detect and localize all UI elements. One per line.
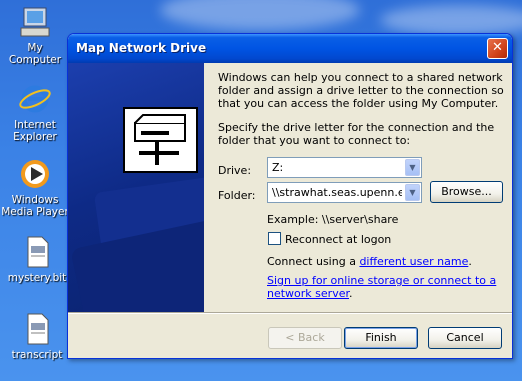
wallpaper-cloud bbox=[160, 0, 360, 30]
reconnect-checkbox[interactable] bbox=[268, 232, 281, 245]
different-user-name-link[interactable]: different user name bbox=[359, 255, 468, 268]
desktop-icon-label: mystery.bit bbox=[7, 272, 67, 284]
wizard-banner bbox=[68, 63, 204, 312]
desktop-icon-label: My Computer bbox=[8, 42, 62, 66]
file-icon bbox=[20, 312, 54, 346]
signup-text: Sign up for online storage or connect to… bbox=[267, 274, 496, 300]
desktop-icon-label: Internet Explorer bbox=[13, 119, 57, 143]
connect-using-text: Connect using a different user name. bbox=[267, 255, 472, 268]
close-icon: ✕ bbox=[492, 40, 503, 55]
folder-label: Folder: bbox=[218, 189, 256, 202]
connect-prefix: Connect using a bbox=[267, 255, 360, 268]
desktop-icon-windows-media-player[interactable]: Windows Media Player bbox=[0, 157, 70, 218]
media-player-icon bbox=[18, 157, 52, 191]
wallpaper-cloud bbox=[380, 5, 522, 35]
desktop-icon-internet-explorer[interactable]: Internet Explorer bbox=[0, 82, 70, 143]
my-computer-icon bbox=[18, 5, 52, 39]
intro-text: Windows can help you connect to a shared… bbox=[218, 71, 504, 110]
title-bar[interactable]: Map Network Drive ✕ bbox=[68, 34, 512, 63]
cancel-button[interactable]: Cancel bbox=[428, 327, 502, 349]
chevron-down-icon[interactable]: ▼ bbox=[405, 184, 420, 201]
connect-suffix: . bbox=[468, 255, 472, 268]
desktop-icon-label: Windows Media Player bbox=[1, 194, 69, 218]
folder-combobox-value: \\strawhat.seas.upenn.ed bbox=[272, 186, 402, 199]
example-text: Example: \\server\share bbox=[267, 213, 399, 226]
drive-label: Drive: bbox=[218, 164, 252, 177]
desktop-icon-transcript[interactable]: transcript bbox=[2, 312, 72, 361]
reconnect-label[interactable]: Reconnect at logon bbox=[285, 233, 391, 246]
internet-explorer-icon bbox=[18, 82, 52, 116]
chevron-down-icon[interactable]: ▼ bbox=[405, 159, 420, 176]
folder-combobox[interactable]: \\strawhat.seas.upenn.ed ▼ bbox=[267, 182, 422, 203]
desktop-icon-mystery-bit[interactable]: mystery.bit bbox=[2, 235, 72, 284]
file-icon bbox=[20, 235, 54, 269]
signup-suffix: . bbox=[348, 287, 353, 300]
dialog-title: Map Network Drive bbox=[76, 41, 207, 55]
map-network-drive-dialog: Map Network Drive ✕ Windows can help you… bbox=[67, 33, 513, 359]
close-button[interactable]: ✕ bbox=[487, 38, 508, 59]
specify-text: Specify the drive letter for the connect… bbox=[218, 121, 495, 147]
finish-button[interactable]: Finish bbox=[344, 327, 418, 349]
wizard-content: Windows can help you connect to a shared… bbox=[218, 71, 508, 147]
drive-select-value: Z: bbox=[272, 161, 284, 174]
desktop-icon-label: transcript bbox=[11, 349, 63, 361]
button-separator bbox=[68, 312, 512, 314]
drive-select[interactable]: Z: ▼ bbox=[267, 157, 422, 178]
desktop-icon-my-computer[interactable]: My Computer bbox=[0, 5, 70, 66]
network-drive-icon bbox=[123, 107, 198, 173]
signup-online-storage-link[interactable]: Sign up for online storage or connect to… bbox=[267, 274, 496, 287]
network-server-link[interactable]: network server bbox=[267, 287, 349, 300]
back-button[interactable]: < Back bbox=[268, 327, 342, 349]
browse-button[interactable]: Browse... bbox=[430, 181, 503, 203]
